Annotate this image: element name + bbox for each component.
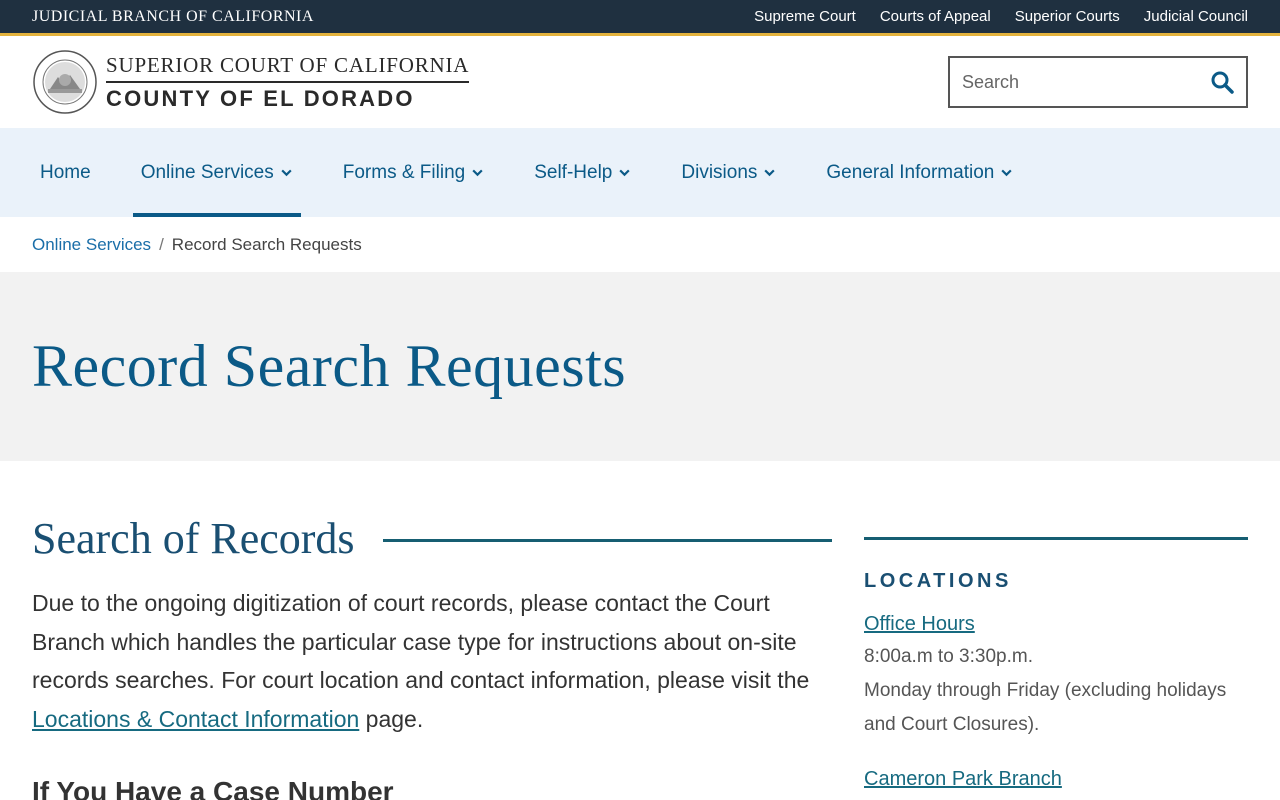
nav-divisions-label: Divisions xyxy=(681,161,758,183)
chevron-down-icon xyxy=(281,169,292,177)
nav-online-services-label: Online Services xyxy=(140,161,274,183)
nav-forms-filing[interactable]: Forms & Filing xyxy=(335,128,492,217)
nav-general-information[interactable]: General Information xyxy=(818,128,1021,217)
cameron-park-branch-link[interactable]: Cameron Park Branch xyxy=(864,768,1248,791)
section-divider xyxy=(382,539,832,542)
office-hours-info: 8:00a.m to 3:30p.m. Monday through Frida… xyxy=(864,640,1248,742)
chevron-down-icon xyxy=(619,169,630,177)
case-number-heading: If You Have a Case Number xyxy=(32,776,394,800)
office-hours-link[interactable]: Office Hours xyxy=(864,613,1248,636)
chevron-down-icon xyxy=(1001,169,1012,177)
logo-line-county: COUNTY OF EL DORADO xyxy=(106,85,415,111)
judicial-branch-label: JUDICIAL BRANCH OF CALIFORNIA xyxy=(32,7,314,25)
office-hours-days: Monday through Friday (excluding holiday… xyxy=(864,680,1227,735)
intro-text-end: page. xyxy=(359,705,424,732)
logo-line-court: SUPERIOR COURT OF CALIFORNIA xyxy=(106,53,470,83)
court-logo[interactable]: SUPERIOR COURT OF CALIFORNIA COUNTY OF E… xyxy=(32,49,470,115)
site-header: SUPERIOR COURT OF CALIFORNIA COUNTY OF E… xyxy=(0,36,1280,128)
search-box xyxy=(948,56,1248,108)
sidebar-divider xyxy=(864,537,1248,540)
nav-self-help-label: Self-Help xyxy=(534,161,613,183)
office-hours-time: 8:00a.m to 3:30p.m. xyxy=(864,646,1033,667)
breadcrumb-online-services[interactable]: Online Services xyxy=(32,235,151,255)
nav-home[interactable]: Home xyxy=(32,128,99,217)
locations-heading: LOCATIONS xyxy=(864,570,1012,592)
nav-home-label: Home xyxy=(40,161,91,183)
nav-online-services[interactable]: Online Services xyxy=(132,128,301,217)
content-area: Search of Records Due to the ongoing dig… xyxy=(0,461,1280,800)
breadcrumb: Online Services / Record Search Requests xyxy=(0,217,1280,272)
search-input[interactable] xyxy=(962,71,1208,93)
search-icon[interactable] xyxy=(1208,68,1236,96)
main-nav: Home Online Services Forms & Filing Self… xyxy=(0,128,1280,217)
breadcrumb-current: Record Search Requests xyxy=(171,234,362,254)
section-title: Search of Records xyxy=(32,514,355,563)
locations-contact-link[interactable]: Locations & Contact Information xyxy=(32,706,359,732)
nav-general-information-label: General Information xyxy=(826,161,995,183)
page-hero: Record Search Requests xyxy=(0,272,1280,461)
nav-forms-filing-label: Forms & Filing xyxy=(342,161,466,183)
link-courts-of-appeal[interactable]: Courts of Appeal xyxy=(880,8,991,25)
intro-paragraph: Due to the ongoing digitization of court… xyxy=(32,584,832,738)
court-seal-icon xyxy=(33,50,97,114)
nav-self-help[interactable]: Self-Help xyxy=(526,128,639,217)
nav-divisions[interactable]: Divisions xyxy=(673,128,784,217)
main-column: Search of Records Due to the ongoing dig… xyxy=(32,461,832,800)
utility-bar: JUDICIAL BRANCH OF CALIFORNIA Supreme Co… xyxy=(0,0,1280,36)
page-title: Record Search Requests xyxy=(32,333,627,399)
link-judicial-council[interactable]: Judicial Council xyxy=(1144,8,1248,25)
link-superior-courts[interactable]: Superior Courts xyxy=(1015,8,1120,25)
chevron-down-icon xyxy=(472,169,483,177)
breadcrumb-separator: / xyxy=(159,234,164,254)
chevron-down-icon xyxy=(764,169,776,177)
link-supreme-court[interactable]: Supreme Court xyxy=(754,8,856,25)
utility-links: Supreme Court Courts of Appeal Superior … xyxy=(754,8,1248,25)
sidebar: LOCATIONS Office Hours 8:00a.m to 3:30p.… xyxy=(864,461,1248,800)
section-header: Search of Records xyxy=(32,513,832,564)
intro-text: Due to the ongoing digitization of court… xyxy=(32,590,810,693)
